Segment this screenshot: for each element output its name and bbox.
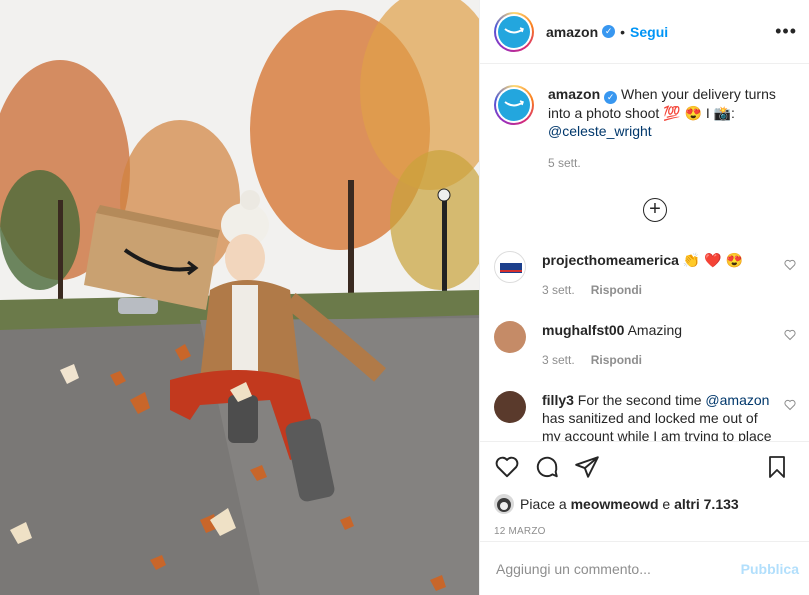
comment-mention[interactable]: @amazon bbox=[705, 392, 769, 408]
save-bookmark-icon[interactable] bbox=[765, 454, 789, 480]
reply-button[interactable]: Rispondi bbox=[591, 353, 642, 367]
caption-time[interactable]: 5 sett. bbox=[548, 154, 795, 172]
post-header: amazon ✓ • Segui ••• bbox=[480, 0, 809, 64]
photo-illustration bbox=[0, 0, 479, 595]
likes-summary: Piace a meowmeowd e altri 7.133 bbox=[494, 494, 795, 514]
comment-username[interactable]: mughalfst00 bbox=[542, 322, 624, 338]
caption: amazon ✓ When your delivery turns into a … bbox=[480, 65, 809, 172]
follow-button[interactable]: Segui bbox=[630, 24, 668, 40]
comment-text: Amazing bbox=[627, 322, 683, 338]
post-detail-panel: amazon ✓ • Segui ••• amazon ✓ When your d… bbox=[479, 0, 809, 595]
likes-user[interactable]: meowmeowd bbox=[571, 496, 659, 512]
amazon-smile-icon bbox=[504, 26, 524, 33]
comment-text: For the second time bbox=[577, 392, 702, 408]
caption-username[interactable]: amazon bbox=[548, 86, 600, 102]
comment-bubble-icon[interactable] bbox=[534, 454, 560, 480]
comment-username[interactable]: projecthomeamerica bbox=[542, 252, 679, 268]
comment-time[interactable]: 3 sett. bbox=[542, 353, 575, 367]
like-comment-heart-icon[interactable] bbox=[784, 399, 796, 411]
share-direct-icon[interactable] bbox=[574, 454, 600, 480]
comments-list[interactable]: amazon ✓ When your delivery turns into a … bbox=[480, 65, 809, 441]
comment-time[interactable]: 3 sett. bbox=[542, 283, 575, 297]
commenter-avatar[interactable] bbox=[494, 251, 526, 283]
comment-username[interactable]: filly3 bbox=[542, 392, 574, 408]
add-comment-bar: Aggiungi un commento... Pubblica bbox=[480, 541, 809, 595]
likes-others[interactable]: altri 7.133 bbox=[674, 496, 739, 512]
post-photo[interactable] bbox=[0, 0, 479, 595]
cat-avatar-icon bbox=[497, 498, 511, 512]
comment-text-continued: has sanitized and locked me out of my ac… bbox=[542, 410, 772, 441]
likes-middle: e bbox=[662, 496, 671, 512]
comment-item: mughalfst00 Amazing 3 sett. Rispondi bbox=[494, 321, 804, 369]
like-heart-icon[interactable] bbox=[494, 454, 520, 480]
likes-prefix: Piace a bbox=[520, 496, 567, 512]
caption-avatar[interactable] bbox=[494, 85, 534, 125]
header-username[interactable]: amazon bbox=[546, 24, 598, 40]
comment-item: filly3 For the second time @amazon has s… bbox=[494, 391, 804, 441]
post-actions: Piace a meowmeowd e altri 7.133 12 MARZO bbox=[480, 441, 809, 541]
publish-button[interactable]: Pubblica bbox=[741, 561, 799, 577]
add-comment-input[interactable]: Aggiungi un commento... bbox=[496, 561, 651, 577]
reply-button[interactable]: Rispondi bbox=[591, 283, 642, 297]
verified-badge-icon: ✓ bbox=[604, 91, 618, 104]
commenter-avatar[interactable] bbox=[494, 321, 526, 353]
like-comment-heart-icon[interactable] bbox=[784, 329, 796, 341]
header-separator: • bbox=[620, 23, 626, 40]
commenter-avatar[interactable] bbox=[494, 391, 526, 423]
like-comment-heart-icon[interactable] bbox=[784, 259, 796, 271]
comment-item: projecthomeamerica 👏 ❤️ 😍 3 sett. Rispond… bbox=[494, 251, 804, 299]
more-options-icon[interactable]: ••• bbox=[775, 21, 797, 42]
amazon-avatar[interactable] bbox=[494, 11, 534, 52]
amazon-smile-icon bbox=[504, 100, 524, 107]
load-more-comments-icon[interactable]: + bbox=[643, 198, 667, 222]
verified-badge-icon: ✓ bbox=[602, 25, 616, 38]
post-date[interactable]: 12 MARZO bbox=[494, 526, 795, 537]
project-home-logo-icon bbox=[500, 263, 522, 273]
liker-avatar[interactable] bbox=[494, 494, 514, 514]
caption-mention[interactable]: @celeste_wright bbox=[548, 123, 652, 139]
comment-text: 👏 ❤️ 😍 bbox=[682, 252, 743, 268]
